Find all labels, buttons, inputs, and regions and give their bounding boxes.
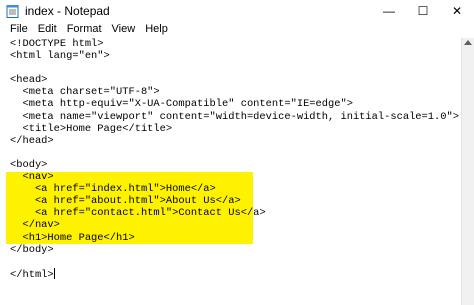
minimize-button[interactable]: — [372,0,406,21]
maximize-button[interactable]: ☐ [406,0,440,21]
code-text: <!DOCTYPE html> <html lang="en"> <head> <m… [10,38,459,281]
code-line: <meta name="viewport" content="width=dev… [10,110,459,123]
notepad-icon [6,4,19,18]
code-line: <a href="contact.html">Contact Us</a> [10,207,266,220]
code-line: <a href="index.html">Home</a> [10,183,216,196]
text-caret [53,267,55,279]
code-line: </nav> [10,219,60,232]
scroll-up-arrow-icon[interactable] [464,40,472,45]
window-title: index - Notepad [25,3,110,18]
window-controls: — ☐ ✕ [372,0,474,21]
code-line: <nav> [10,171,54,184]
menu-edit[interactable]: Edit [33,21,62,38]
menu-view[interactable]: View [107,21,141,38]
code-line: <h1>Home Page</h1> [10,231,135,244]
menu-help[interactable]: Help [140,21,173,38]
code-line: <html lang="en"> [10,50,110,63]
menu-format[interactable]: Format [62,21,107,38]
code-line: </head> [10,134,54,147]
vertical-scrollbar[interactable] [461,38,474,305]
last-code-line: </html> [10,267,459,281]
close-button[interactable]: ✕ [440,0,474,21]
code-line: <body> [10,158,48,171]
code-line: <meta http-equiv="X-UA-Compatible" conte… [10,98,353,111]
code-line: </body> [10,243,54,256]
last-line-text: </html> [10,268,54,281]
code-line: <title>Home Page</title> [10,122,173,135]
menu-file[interactable]: File [0,21,33,38]
title-bar[interactable]: index - Notepad — ☐ ✕ [0,0,474,21]
code-line: <head> [10,74,48,87]
code-line: <meta charset="UTF-8"> [10,86,160,99]
text-editor[interactable]: <!DOCTYPE html> <html lang="en"> <head> <m… [0,38,462,305]
menu-bar: File Edit Format View Help [0,21,474,39]
code-line: <a href="about.html">About Us</a> [10,195,241,208]
code-line: <!DOCTYPE html> [10,38,104,50]
